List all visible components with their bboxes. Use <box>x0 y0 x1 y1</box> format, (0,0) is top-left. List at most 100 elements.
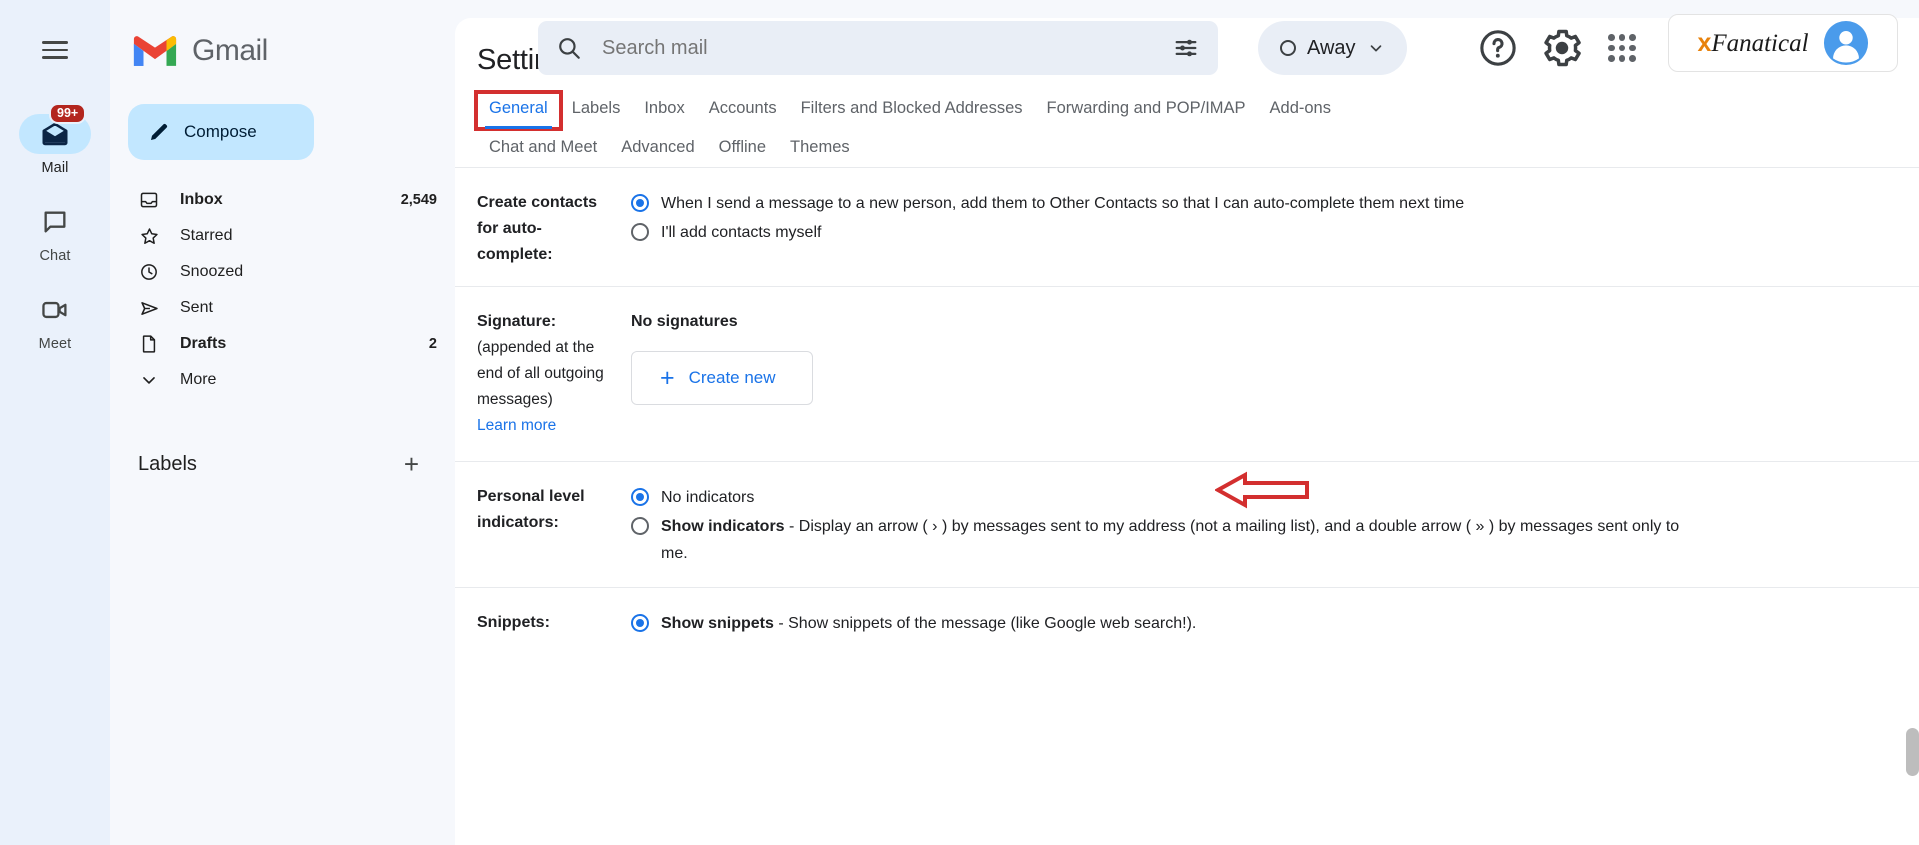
sidebar-item-starred[interactable]: Starred <box>110 218 455 254</box>
setting-label-snippets: Snippets: <box>477 610 625 639</box>
option-show-snippets[interactable]: Show snippets - Show snippets of the mes… <box>631 610 1919 637</box>
sidebar-item-snoozed[interactable]: Snoozed <box>110 254 455 290</box>
setting-row-create-contacts: Create contacts for auto-complete: When … <box>455 168 1919 268</box>
tab-general[interactable]: General <box>474 90 563 131</box>
search-options-icon[interactable] <box>1172 34 1200 62</box>
annotation-arrow-icon <box>1215 471 1309 509</box>
settings-tabs: General Labels Inbox Accounts Filters an… <box>455 90 1919 168</box>
signature-label-text: Signature: <box>477 313 557 330</box>
rail-item-meet[interactable]: Meet <box>13 290 97 352</box>
sidebar-item-sent[interactable]: Sent <box>110 290 455 326</box>
rail-item-mail[interactable]: 99+ Mail <box>13 103 97 176</box>
mail-unread-badge: 99+ <box>49 103 87 124</box>
gear-icon <box>1544 29 1581 67</box>
settings-tabs-row-1: General Labels Inbox Accounts Filters an… <box>474 90 1905 131</box>
settings-options-list: Create contacts for auto-complete: When … <box>455 168 1919 639</box>
rail-item-chat[interactable]: Chat <box>13 202 97 264</box>
sidebar-item-more[interactable]: More <box>110 362 455 398</box>
account-button[interactable]: xFanatical <box>1668 14 1898 72</box>
option-show-indicators-description: - Display an arrow ( › ) by messages sen… <box>661 518 1680 562</box>
setting-label-personal-level-indicators: Personal level indicators: <box>477 484 625 569</box>
status-button[interactable]: Away <box>1258 21 1407 75</box>
folder-list: Inbox 2,549 Starred Snoozed Sent Drafts … <box>110 182 455 398</box>
search-bar[interactable] <box>538 21 1218 75</box>
clock-icon <box>138 262 160 282</box>
tab-chat-and-meet[interactable]: Chat and Meet <box>477 132 609 167</box>
send-icon <box>138 298 160 319</box>
tab-accounts[interactable]: Accounts <box>697 93 789 128</box>
rail-item-chat-label: Chat <box>39 248 71 264</box>
app-rail: 99+ Mail Chat Meet <box>0 0 110 845</box>
option-show-snippets-label: Show snippets <box>661 615 774 632</box>
option-add-contacts-myself[interactable]: I'll add contacts myself <box>631 219 1919 246</box>
search-icon <box>559 38 580 59</box>
tab-labels[interactable]: Labels <box>560 93 633 128</box>
radio-show-indicators[interactable] <box>631 517 649 535</box>
create-label-button[interactable]: + <box>404 451 419 477</box>
sidebar-item-snoozed-label: Snoozed <box>180 263 244 280</box>
search-input[interactable] <box>602 36 1172 60</box>
gmail-settings-window: 99+ Mail Chat Meet Gmail Compose Inbox 2… <box>0 0 1919 845</box>
settings-scrollbar-thumb[interactable] <box>1906 728 1919 776</box>
plus-icon: + <box>660 363 675 392</box>
create-new-signature-button[interactable]: + Create new <box>631 351 813 405</box>
tab-themes[interactable]: Themes <box>778 132 862 167</box>
radio-add-contacts-myself[interactable] <box>631 223 649 241</box>
grid-apps-icon <box>1608 34 1615 41</box>
main-menu-button[interactable] <box>27 22 83 78</box>
sidebar-item-inbox[interactable]: Inbox 2,549 <box>110 182 455 218</box>
gmail-brand[interactable]: Gmail <box>110 18 455 76</box>
tab-forwarding-and-pop-imap[interactable]: Forwarding and POP/IMAP <box>1035 93 1258 128</box>
help-button[interactable] <box>1476 26 1520 75</box>
sidebar-item-sent-label: Sent <box>180 299 213 316</box>
compose-label: Compose <box>184 122 257 141</box>
create-contacts-label-text: Create contacts for auto-complete: <box>477 194 598 263</box>
tab-add-ons[interactable]: Add-ons <box>1258 93 1343 128</box>
tab-advanced[interactable]: Advanced <box>609 132 706 167</box>
settings-tabs-row-2: Chat and Meet Advanced Offline Themes <box>477 132 1905 167</box>
rail-item-meet-label: Meet <box>38 336 72 352</box>
tab-offline[interactable]: Offline <box>707 132 778 167</box>
status-label: Away <box>1307 36 1356 59</box>
pencil-icon <box>151 123 168 140</box>
setting-row-snippets: Snippets: Show snippets - Show snippets … <box>455 587 1919 639</box>
settings-card: Settings General Labels Inbox Accounts F… <box>455 18 1919 845</box>
settings-button[interactable] <box>1540 26 1584 75</box>
account-brand-label: xFanatical <box>1697 28 1809 57</box>
labels-section-header: Labels + <box>110 446 455 482</box>
option-no-indicators-label: No indicators <box>661 489 755 506</box>
option-show-indicators[interactable]: Show indicators - Display an arrow ( › )… <box>631 513 1919 567</box>
video-camera-icon <box>42 301 67 319</box>
mail-sidebar: Gmail Compose Inbox 2,549 Starred Snooze… <box>110 0 455 845</box>
sidebar-item-inbox-label: Inbox <box>180 191 223 208</box>
document-icon <box>138 334 160 354</box>
create-new-signature-label: Create new <box>688 368 776 387</box>
radio-add-to-other-contacts[interactable] <box>631 194 649 212</box>
setting-row-personal-level-indicators: Personal level indicators: No indicators… <box>455 461 1919 569</box>
radio-show-snippets[interactable] <box>631 614 649 632</box>
signature-learn-more-link[interactable]: Learn more <box>477 413 556 439</box>
sidebar-item-more-label: More <box>180 371 217 388</box>
tab-filters-and-blocked-addresses[interactable]: Filters and Blocked Addresses <box>789 93 1035 128</box>
gmail-logo-icon <box>133 35 177 66</box>
main-content: Settings General Labels Inbox Accounts F… <box>455 0 1919 845</box>
status-circle-icon <box>1280 40 1296 56</box>
sidebar-item-drafts[interactable]: Drafts 2 <box>110 326 455 362</box>
option-add-to-other-contacts[interactable]: When I send a message to a new person, a… <box>631 190 1919 217</box>
signature-status-text: No signatures <box>631 313 738 330</box>
option-show-indicators-label: Show indicators <box>661 518 785 535</box>
labels-title: Labels <box>138 452 197 475</box>
google-apps-button[interactable] <box>1604 30 1640 66</box>
chevron-down-icon <box>1370 45 1381 52</box>
chat-bubble-icon <box>44 211 66 233</box>
snippets-label-text: Snippets: <box>477 614 550 631</box>
tab-inbox[interactable]: Inbox <box>632 93 696 128</box>
option-add-to-other-contacts-label: When I send a message to a new person, a… <box>661 195 1465 212</box>
radio-no-indicators[interactable] <box>631 488 649 506</box>
indicators-label-text: Personal level indicators: <box>477 488 585 531</box>
option-show-snippets-description: - Show snippets of the message (like Goo… <box>773 615 1197 632</box>
setting-row-signature: Signature: (appended at the end of all o… <box>455 286 1919 439</box>
chevron-down-icon <box>138 370 160 390</box>
setting-label-signature: Signature: (appended at the end of all o… <box>477 309 625 439</box>
compose-button[interactable]: Compose <box>128 104 314 160</box>
